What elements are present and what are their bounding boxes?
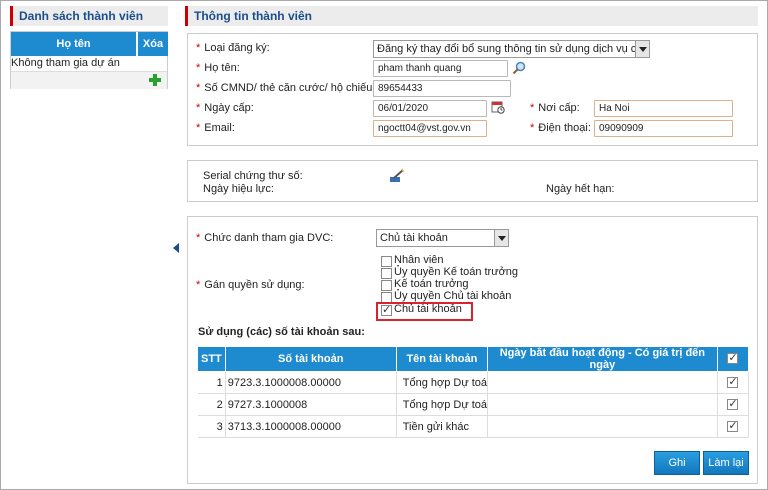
select-all-checkbox[interactable] [727, 351, 739, 364]
reg-type-select[interactable]: Đăng ký thay đổi bổ sung thông tin sử dụ… [373, 40, 650, 58]
col-stt: STT [197, 346, 226, 372]
row-date-range [487, 415, 718, 438]
position-value: Chủ tài khoản [380, 232, 448, 244]
col-date-range: Ngày bắt đầu hoạt động - Có giá trị đến … [487, 346, 718, 372]
reset-button[interactable]: Làm lại [703, 451, 749, 475]
row-account-name: Tổng hợp Dự toá [396, 371, 489, 394]
search-icon[interactable] [512, 61, 526, 75]
row-account-number: 3713.3.1000008.00000 [225, 415, 397, 438]
id-label: * Số CMND/ thẻ căn cước/ hộ chiếu: [196, 82, 376, 94]
reg-type-value: Đăng ký thay đổi bổ sung thông tin sử dụ… [377, 43, 650, 55]
row-checkbox[interactable] [727, 419, 739, 432]
rights-option-label: Kế toán trưởng [394, 278, 469, 290]
row-checkbox[interactable] [727, 375, 739, 388]
col-account-name: Tên tài khoản [395, 346, 489, 372]
table-row: 3 3713.3.1000008.00000 Tiền gửi khác [197, 415, 750, 438]
table-row: 2 9727.3.1000008 Tổng hợp Dự toá [197, 393, 750, 416]
table-row: 1 9723.3.1000008.00000 Tổng hợp Dự toá [197, 371, 750, 394]
accounts-title: Sử dụng (các) số tài khoản sau: [198, 326, 365, 338]
save-button[interactable]: Ghi [654, 451, 700, 475]
accounts-table: STT Số tài khoản Tên tài khoản Ngày bắt … [197, 346, 750, 438]
row-select-cell [717, 371, 750, 394]
row-account-number: 9727.3.1000008 [225, 393, 397, 416]
row-stt: 1 [197, 371, 226, 394]
rights-option-label: Ủy quyền Chủ tài khoản [394, 290, 512, 302]
row-date-range [487, 393, 718, 416]
rights-checkbox[interactable] [381, 256, 392, 267]
rights-option-label: Ủy quyền Kế toán trưởng [394, 266, 519, 278]
place-field[interactable]: Ha Noi [594, 100, 733, 117]
row-date-range [487, 371, 718, 394]
email-label: * Email: [196, 122, 235, 134]
member-info-title: Thông tin thành viên [185, 6, 758, 26]
position-select[interactable]: Chủ tài khoản [376, 229, 509, 247]
add-icon[interactable] [148, 73, 162, 87]
calendar-icon[interactable] [491, 100, 505, 114]
phone-label: * Điện thoại: [530, 122, 591, 134]
row-account-number: 9723.3.1000008.00000 [225, 371, 397, 394]
row-account-name: Tổng hợp Dự toá [396, 393, 489, 416]
rights-label: * Gán quyền sử dụng: [196, 279, 305, 291]
row-account-name: Tiền gửi khác [396, 415, 489, 438]
date-label: * Ngày cấp: [196, 102, 254, 114]
member-row: Không tham gia dự án [11, 57, 120, 69]
member-list-panel: Họ tên Xóa Không tham gia dự án [10, 31, 168, 89]
name-field[interactable]: pham thanh quang [373, 60, 508, 77]
chevron-down-icon [494, 230, 508, 246]
member-list-title: Danh sách thành viên [10, 6, 168, 26]
table-header-row: STT Số tài khoản Tên tài khoản Ngày bắt … [197, 346, 750, 372]
position-label: * Chức danh tham gia DVC: [196, 232, 334, 244]
collapse-arrow-icon[interactable] [173, 242, 179, 254]
rights-option-label: Nhân viên [394, 254, 444, 266]
row-checkbox[interactable] [727, 397, 739, 410]
id-field[interactable]: 89654433 [373, 80, 511, 97]
phone-field[interactable]: 09090909 [594, 120, 733, 137]
certificate-pen-icon[interactable] [389, 168, 405, 184]
rights-checkbox[interactable] [381, 280, 392, 291]
rights-option-label: Chủ tài khoản [394, 303, 462, 315]
reg-type-label: * Loại đăng ký: [196, 42, 270, 54]
col-select-all [716, 346, 750, 372]
email-field[interactable]: ngoctt04@vst.gov.vn [373, 120, 487, 137]
add-row [11, 71, 167, 89]
date-field[interactable]: 06/01/2020 [373, 100, 487, 117]
col-name-header: Họ tên [11, 32, 137, 56]
row-select-cell [717, 393, 750, 416]
col-delete-header: Xóa [138, 32, 168, 56]
col-account-number: Số tài khoản [224, 346, 397, 372]
valid-from-label: Ngày hiệu lực: [203, 183, 274, 195]
name-label: * Họ tên: [196, 62, 240, 74]
rights-checkbox[interactable] [381, 268, 392, 279]
row-select-cell [717, 415, 750, 438]
row-stt: 3 [197, 415, 226, 438]
row-stt: 2 [197, 393, 226, 416]
serial-label: Serial chứng thư số: [203, 170, 303, 182]
valid-to-label: Ngày hết hạn: [546, 183, 615, 195]
place-label: * Nơi cấp: [530, 102, 580, 114]
rights-checkbox[interactable] [381, 303, 392, 316]
chevron-down-icon [635, 41, 649, 57]
